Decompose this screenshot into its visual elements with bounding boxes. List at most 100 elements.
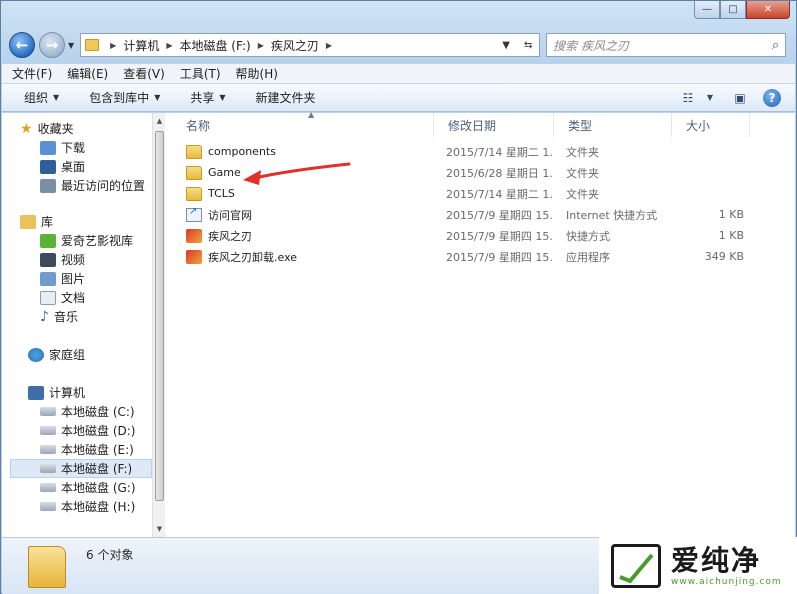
drive-icon: [40, 445, 56, 454]
minimize-button[interactable]: —: [694, 1, 720, 19]
back-button[interactable]: ←: [9, 32, 35, 58]
sidebar-item-label: 本地磁盘 (F:): [61, 462, 133, 476]
sidebar-item-music[interactable]: ♪ 音乐: [10, 307, 152, 326]
sidebar-item-label: 爱奇艺影视库: [61, 234, 134, 248]
drive-icon: [40, 464, 56, 473]
download-folder-icon: [40, 140, 56, 155]
share-label: 共享: [190, 91, 215, 105]
file-row-game-shortcut[interactable]: 疾风之刃 2015/7/9 星期四 15... 快捷方式 1 KB: [172, 225, 792, 246]
search-icon[interactable]: ⌕: [772, 38, 779, 53]
scrollbar-thumb[interactable]: [155, 131, 164, 501]
sidebar-item-drive-e[interactable]: 本地磁盘 (E:): [10, 440, 152, 459]
folder-icon: [186, 144, 202, 159]
sidebar-item-label: 视频: [61, 253, 86, 267]
file-name: 访问官网: [208, 208, 252, 222]
chevron-right-icon[interactable]: ▶: [326, 41, 332, 50]
maximize-button[interactable]: □: [720, 1, 746, 19]
sidebar-favorites[interactable]: ★ 收藏夹: [10, 119, 152, 138]
share-button[interactable]: 共享 ▼: [190, 89, 225, 106]
recent-places-icon: [40, 178, 56, 193]
sidebar-item-downloads[interactable]: 下载: [10, 138, 152, 157]
sidebar-item-label: 音乐: [53, 310, 78, 324]
folder-icon: [186, 165, 202, 180]
watermark-brand: 爱纯净: [671, 544, 762, 577]
sidebar-item-drive-h[interactable]: 本地磁盘 (H:): [10, 497, 152, 516]
caption-buttons: — □ ✕: [694, 1, 790, 19]
scroll-up-icon[interactable]: ▲: [153, 117, 166, 125]
game-shortcut-icon: [186, 228, 202, 243]
chevron-right-icon[interactable]: ▶: [258, 41, 264, 50]
menu-tools[interactable]: 工具(T): [180, 65, 221, 82]
sidebar-item-recent[interactable]: 最近访问的位置: [10, 176, 152, 195]
file-row-official-site[interactable]: 访问官网 2015/7/9 星期四 15... Internet 快捷方式 1 …: [172, 204, 792, 225]
chevron-down-icon[interactable]: ▼: [701, 91, 719, 105]
uninstaller-icon: [186, 249, 202, 264]
include-library-label: 包含到库中: [89, 91, 150, 105]
sidebar-item-label: 本地磁盘 (H:): [61, 500, 136, 514]
sidebar-item-drive-d[interactable]: 本地磁盘 (D:): [10, 421, 152, 440]
sidebar-item-label: 最近访问的位置: [61, 179, 146, 193]
file-size: 1 KB: [718, 229, 744, 242]
sidebar-item-label: 本地磁盘 (G:): [61, 481, 136, 495]
watermark: 爱纯净 www.aichunjing.com: [599, 537, 797, 594]
address-dropdown-icon[interactable]: ▼: [495, 40, 517, 51]
menu-view[interactable]: 查看(V): [123, 65, 165, 82]
sidebar-item-iqiyi[interactable]: 爱奇艺影视库: [10, 231, 152, 250]
forward-button[interactable]: →: [39, 32, 65, 58]
navigation-pane: ★ 收藏夹 下载 桌面 最近访问的位置 库 爱奇艺影视库 视频 图片 文档 ♪ …: [10, 119, 152, 535]
sidebar-item-documents[interactable]: 文档: [10, 288, 152, 307]
file-date: 2015/7/9 星期四 15...: [446, 250, 554, 264]
file-row-uninstaller[interactable]: 疾风之刃卸载.exe 2015/7/9 星期四 15... 应用程序 349 K…: [172, 246, 792, 267]
sidebar-item-label: 下载: [61, 141, 86, 155]
watermark-text: 爱纯净 www.aichunjing.com: [671, 544, 782, 588]
column-header-size[interactable]: 大小: [672, 113, 750, 137]
music-icon: ♪: [40, 308, 49, 325]
folder-icon: [85, 39, 100, 51]
menu-help[interactable]: 帮助(H): [236, 65, 278, 82]
column-header-name[interactable]: 名称: [172, 113, 434, 137]
sidebar-item-drive-c[interactable]: 本地磁盘 (C:): [10, 402, 152, 421]
include-in-library-button[interactable]: 包含到库中 ▼: [89, 89, 160, 106]
file-name: TCLS: [208, 187, 235, 200]
view-options-icon[interactable]: ☷: [679, 91, 697, 105]
new-folder-button[interactable]: 新建文件夹: [256, 89, 316, 106]
command-bar: 组织 ▼ 包含到库中 ▼ 共享 ▼ 新建文件夹 ☷ ▼ ▣ ?: [2, 84, 795, 112]
sidebar-homegroup-label: 家庭组: [49, 348, 86, 362]
menu-file[interactable]: 文件(F): [12, 65, 52, 82]
file-date: 2015/7/14 星期二 1...: [446, 145, 554, 159]
drive-icon: [40, 483, 56, 492]
file-date: 2015/7/14 星期二 1...: [446, 187, 554, 201]
sidebar-computer[interactable]: 计算机: [10, 383, 152, 402]
new-folder-label: 新建文件夹: [255, 91, 316, 105]
sidebar-item-label: 本地磁盘 (D:): [61, 424, 136, 438]
sidebar-libraries[interactable]: 库: [10, 212, 152, 231]
file-date: 2015/7/9 星期四 15...: [446, 208, 554, 222]
sidebar-item-videos[interactable]: 视频: [10, 250, 152, 269]
organize-button[interactable]: 组织 ▼: [24, 89, 59, 106]
close-button[interactable]: ✕: [746, 1, 790, 19]
breadcrumb-folder[interactable]: 疾风之刃: [271, 37, 319, 54]
sidebar-item-drive-f[interactable]: 本地磁盘 (F:): [10, 459, 152, 478]
search-input[interactable]: 搜索 疾风之刃 ⌕: [546, 33, 787, 57]
sort-ascending-icon: ▲: [308, 110, 315, 119]
column-header-type[interactable]: 类型: [554, 113, 672, 137]
sidebar-item-desktop[interactable]: 桌面: [10, 157, 152, 176]
chevron-right-icon[interactable]: ▶: [166, 41, 172, 50]
file-name: components: [208, 145, 276, 158]
refresh-icon[interactable]: ⇆: [517, 40, 539, 51]
menu-edit[interactable]: 编辑(E): [67, 65, 108, 82]
breadcrumb-drive-f[interactable]: 本地磁盘 (F:): [179, 37, 250, 54]
preview-pane-icon[interactable]: ▣: [731, 91, 749, 105]
address-bar[interactable]: ▶ 计算机 ▶ 本地磁盘 (F:) ▶ 疾风之刃 ▶ ▼ ⇆: [80, 33, 541, 57]
sidebar-item-drive-g[interactable]: 本地磁盘 (G:): [10, 478, 152, 497]
explorer-window: — □ ✕ ← → ▼ ▶ 计算机 ▶ 本地磁盘 (F:) ▶ 疾风之刃 ▶ ▼…: [0, 0, 797, 594]
recent-pages-dropdown-icon[interactable]: ▼: [68, 41, 74, 50]
chevron-right-icon[interactable]: ▶: [110, 41, 116, 50]
sidebar-item-pictures[interactable]: 图片: [10, 269, 152, 288]
column-header-date[interactable]: 修改日期: [434, 113, 554, 137]
scroll-down-icon[interactable]: ▼: [153, 525, 166, 533]
help-icon[interactable]: ?: [763, 88, 781, 107]
navigation-pane-scrollbar[interactable]: ▲ ▼: [152, 113, 165, 537]
breadcrumb-computer[interactable]: 计算机: [123, 37, 159, 54]
sidebar-homegroup[interactable]: 家庭组: [10, 345, 152, 364]
